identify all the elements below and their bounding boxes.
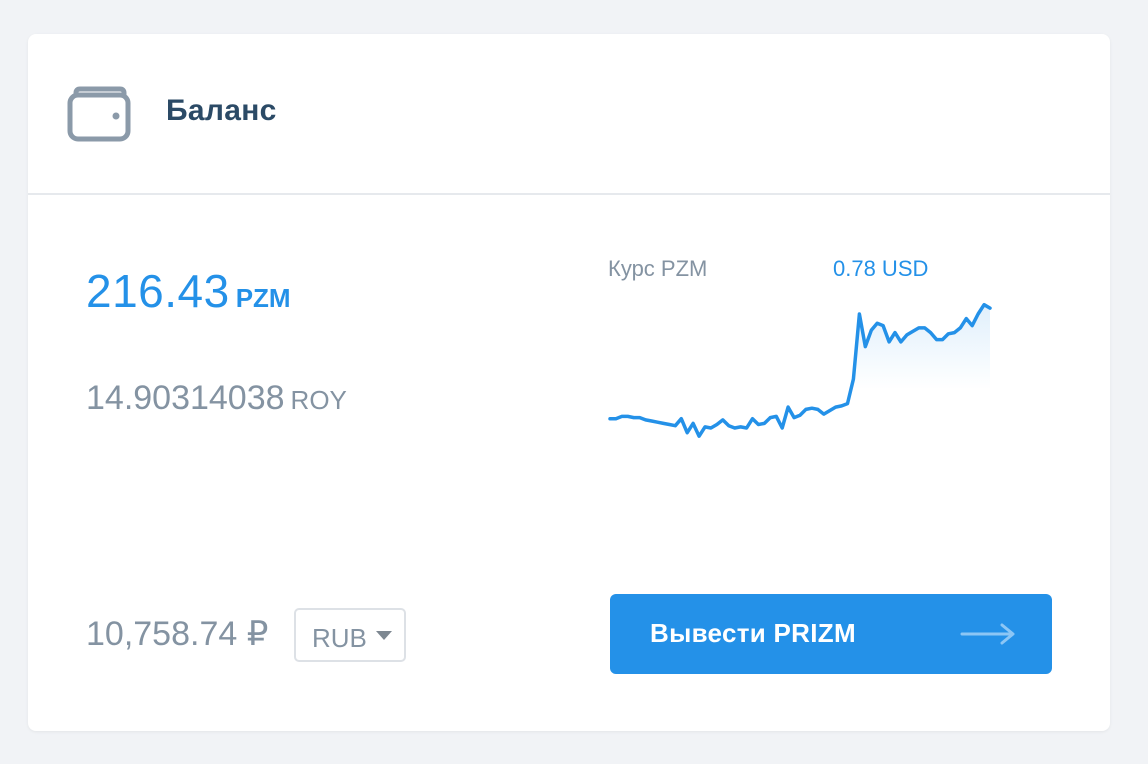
currency-select-value: RUB bbox=[312, 623, 367, 653]
roy-balance-unit: ROY bbox=[290, 385, 347, 415]
rate-chart bbox=[608, 302, 992, 446]
balance-card: Баланс 216.43 PZM 14.90314038 ROY Курс PZM… bbox=[28, 34, 1110, 731]
page-title: Баланс bbox=[166, 94, 277, 127]
rate-label: Курс PZM bbox=[608, 256, 708, 281]
arrow-right-icon bbox=[960, 623, 1015, 645]
roy-balance-value: 14.90314038 bbox=[86, 379, 285, 417]
currency-select[interactable]: RUB bbox=[294, 608, 406, 662]
rate-value: 0.78 USD bbox=[833, 256, 929, 281]
caret-down-icon bbox=[376, 631, 392, 640]
withdraw-button[interactable]: Вывести PRIZM bbox=[610, 594, 1052, 674]
card-header: Баланс bbox=[28, 34, 1110, 195]
withdraw-button-label: Вывести PRIZM bbox=[650, 618, 856, 648]
pzm-balance-value: 216.43 bbox=[86, 265, 230, 317]
wallet-icon bbox=[67, 86, 131, 142]
roy-balance: 14.90314038 ROY bbox=[86, 379, 347, 418]
fiat-balance: 10,758.74 ₽ bbox=[86, 615, 269, 653]
pzm-balance-unit: PZM bbox=[235, 283, 291, 313]
pzm-balance: 216.43 PZM bbox=[86, 264, 291, 318]
